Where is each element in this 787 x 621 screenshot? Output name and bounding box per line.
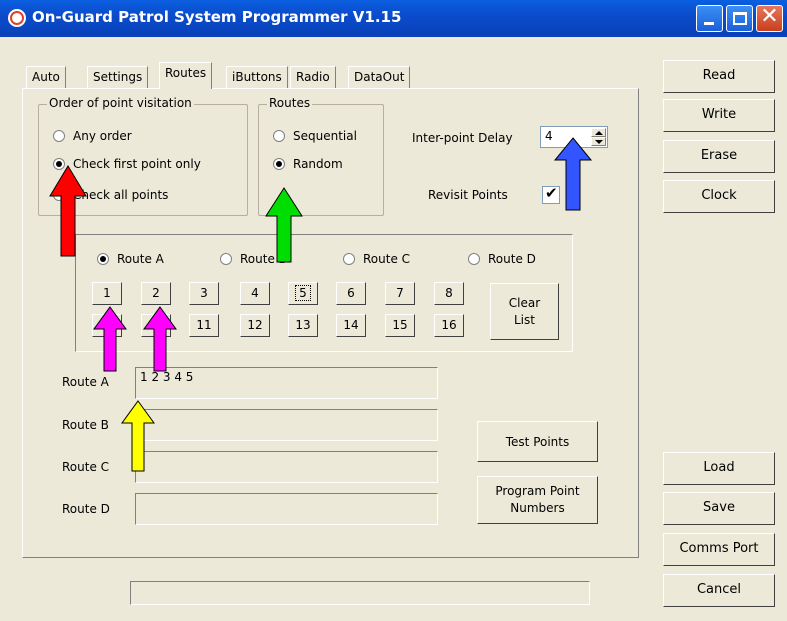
inter-point-delay-label: Inter-point Delay [412,131,513,145]
route-b-field[interactable] [135,409,438,441]
point-button-11[interactable]: 11 [189,314,219,337]
point-button-12[interactable]: 12 [240,314,270,337]
radio-any-order[interactable]: Any order [53,129,132,143]
radio-indicator [97,253,109,265]
radio-indicator [273,158,285,170]
spin-down-button[interactable] [591,137,606,146]
route-d-field[interactable] [135,493,438,525]
tab-radio[interactable]: Radio [290,66,336,88]
radio-label: Route C [363,252,411,266]
point-button-label: 5 [295,285,311,301]
tab-routes[interactable]: Routes [159,62,213,89]
app-icon [8,9,26,27]
radio-route-a[interactable]: Route A [97,252,164,266]
point-button-3[interactable]: 3 [189,282,219,305]
radio-indicator [220,253,232,265]
chevron-up-icon [595,131,603,135]
spin-up-button[interactable] [591,128,606,137]
routes-mode-legend: Routes [267,96,313,110]
radio-label: Route D [488,252,536,266]
point-button-1[interactable]: 1 [92,282,122,305]
radio-sequential[interactable]: Sequential [273,129,357,143]
route-c-label: Route C [62,460,110,474]
radio-random[interactable]: Random [273,157,343,171]
radio-indicator [468,253,480,265]
point-button-2[interactable]: 2 [141,282,171,305]
point-button-6[interactable]: 6 [336,282,366,305]
route-a-field[interactable]: 1 2 3 4 5 [135,367,438,399]
revisit-points-label: Revisit Points [428,188,508,202]
point-button-13[interactable]: 13 [288,314,318,337]
cancel-button[interactable]: Cancel [663,574,775,607]
point-button-14[interactable]: 14 [336,314,366,337]
route-a-label: Route A [62,375,109,389]
point-button-15[interactable]: 15 [385,314,415,337]
radio-label: Random [293,157,343,171]
save-button[interactable]: Save [663,492,775,525]
minimize-button[interactable] [696,5,723,32]
close-button[interactable]: ✕ [756,4,783,32]
status-field [130,581,590,605]
point-button-8[interactable]: 8 [434,282,464,305]
visitation-legend: Order of point visitation [47,96,194,110]
radio-label: Sequential [293,129,357,143]
tab-dataout[interactable]: DataOut [348,66,411,88]
title-bar[interactable]: On-Guard Patrol System Programmer V1.15 … [0,0,787,37]
red-arrow-icon [49,165,87,257]
radio-label: Check first point only [73,157,201,171]
window-title: On-Guard Patrol System Programmer V1.15 [32,8,402,26]
read-button[interactable]: Read [663,60,775,93]
blue-arrow-icon [553,137,593,211]
close-icon: ✕ [760,4,779,29]
tab-settings[interactable]: Settings [87,66,149,88]
radio-label: Route A [117,252,164,266]
route-b-label: Route B [62,418,109,432]
chevron-down-icon [595,140,603,144]
point-button-16[interactable]: 16 [434,314,464,337]
route-c-field[interactable] [135,451,438,483]
radio-indicator [273,130,285,142]
route-d-label: Route D [62,502,110,516]
clear-list-button[interactable]: Clear List [490,283,559,340]
green-arrow-icon [265,187,303,263]
write-button[interactable]: Write [663,99,775,132]
maximize-icon [733,12,747,25]
radio-route-d[interactable]: Route D [468,252,536,266]
point-button-4[interactable]: 4 [240,282,270,305]
radio-indicator [343,253,355,265]
radio-route-c[interactable]: Route C [343,252,410,266]
radio-indicator [53,130,65,142]
magenta-arrow-icon [143,306,177,372]
comms-port-button[interactable]: Comms Port [663,533,775,566]
magenta-arrow-icon [93,306,127,372]
inter-point-delay-value: 4 [545,129,553,143]
yellow-arrow-icon [121,400,155,472]
load-button[interactable]: Load [663,452,775,485]
test-points-button[interactable]: Test Points [477,421,598,462]
erase-button[interactable]: Erase [663,140,775,173]
radio-label: Any order [73,129,132,143]
tab-auto[interactable]: Auto [26,66,66,88]
point-button-7[interactable]: 7 [385,282,415,305]
point-button-5[interactable]: 5 [288,282,318,305]
maximize-button[interactable] [726,5,753,32]
clock-button[interactable]: Clock [663,180,775,213]
tab-ibuttons[interactable]: iButtons [226,66,288,88]
program-point-numbers-button[interactable]: Program Point Numbers [477,476,598,524]
minimize-icon [704,22,714,25]
